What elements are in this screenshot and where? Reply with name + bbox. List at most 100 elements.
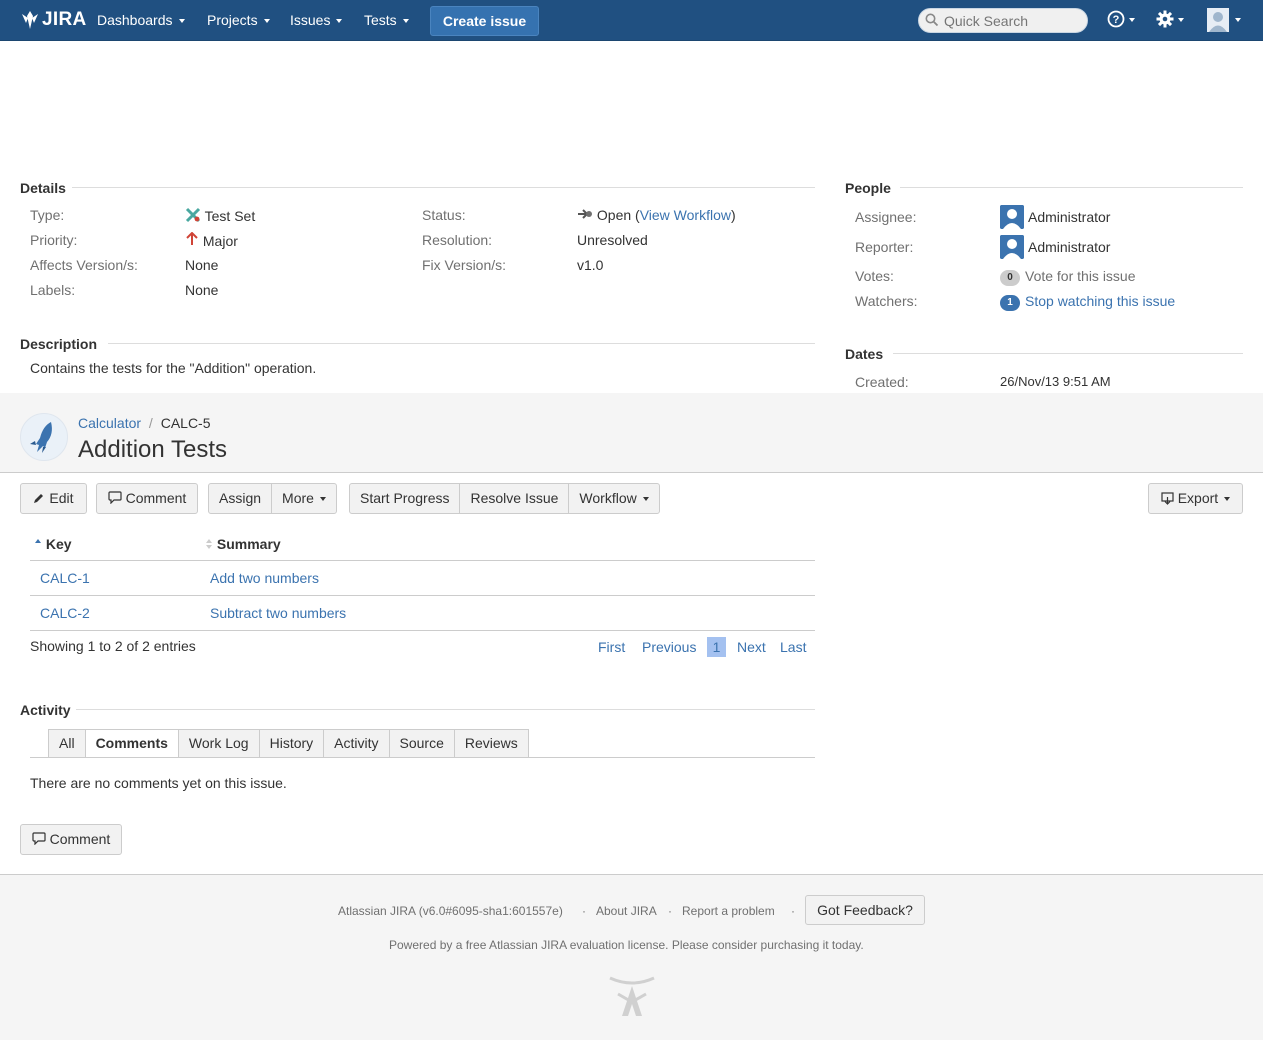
summary-column-header[interactable]: Summary xyxy=(205,536,281,552)
status-label: Status: xyxy=(422,207,466,223)
assignee-value[interactable]: Administrator xyxy=(1028,209,1110,225)
jira-logo-icon xyxy=(22,11,38,29)
quick-search-input[interactable] xyxy=(918,8,1088,33)
type-label: Type: xyxy=(30,207,65,223)
reporter-value[interactable]: Administrator xyxy=(1028,239,1110,255)
nav-dashboards-label: Dashboards xyxy=(97,12,173,28)
pencil-icon xyxy=(34,494,44,503)
watchers-label: Watchers: xyxy=(855,293,918,309)
pager-previous[interactable]: Previous xyxy=(642,639,696,655)
create-issue-button[interactable]: Create issue xyxy=(430,6,539,36)
chevron-down-icon xyxy=(1224,497,1231,502)
jira-logo[interactable]: JIRA xyxy=(20,9,87,31)
tabs-baseline xyxy=(30,757,815,758)
no-comments-message: There are no comments yet on this issue. xyxy=(30,775,287,791)
resolve-issue-button[interactable]: Resolve Issue xyxy=(460,484,570,513)
fix-version-link[interactable]: v1.0 xyxy=(577,257,603,273)
nav-tests[interactable]: Tests xyxy=(364,0,409,41)
help-menu[interactable]: ? xyxy=(1107,10,1135,33)
footer-version-link[interactable]: Atlassian JIRA (v6.0#6095-sha1:601557e) xyxy=(338,904,563,918)
view-workflow-link[interactable]: View Workflow xyxy=(640,207,731,223)
jira-logo-text: JIRA xyxy=(42,9,87,30)
chevron-down-icon xyxy=(319,497,326,502)
table-row-key-link[interactable]: CALC-2 xyxy=(40,605,90,621)
votes-count-badge: 0 xyxy=(1000,270,1020,286)
table-row-divider xyxy=(30,630,815,631)
admin-menu[interactable] xyxy=(1156,10,1184,33)
dates-divider xyxy=(893,353,1243,354)
assignee-label: Assignee: xyxy=(855,209,917,225)
project-avatar[interactable] xyxy=(20,413,68,461)
nav-dashboards[interactable]: Dashboards xyxy=(97,0,185,41)
dates-heading: Dates xyxy=(845,346,884,362)
resolution-label: Resolution: xyxy=(422,232,493,248)
edit-button[interactable]: Edit xyxy=(20,483,87,514)
more-label: More xyxy=(282,490,314,506)
export-icon xyxy=(1161,492,1174,505)
table-row-key-link[interactable]: CALC-1 xyxy=(40,570,90,586)
tab-all[interactable]: All xyxy=(48,729,86,758)
description-divider xyxy=(108,343,815,344)
footer-dot: · xyxy=(791,904,795,918)
edit-label: Edit xyxy=(49,490,74,506)
table-row-summary-link[interactable]: Add two numbers xyxy=(210,570,319,586)
footer-about-link[interactable]: About JIRA xyxy=(596,904,657,918)
votes-value: 0 Vote for this issue xyxy=(1000,268,1136,286)
pager-first[interactable]: First xyxy=(598,639,625,655)
help-icon: ? xyxy=(1107,10,1125,28)
tab-reviews[interactable]: Reviews xyxy=(454,729,529,758)
vote-link[interactable]: Vote for this issue xyxy=(1025,268,1136,284)
chevron-down-icon xyxy=(1235,18,1241,22)
test-set-icon xyxy=(185,207,201,223)
user-avatar-icon xyxy=(1000,205,1024,229)
priority-value: Major xyxy=(185,231,238,249)
export-button[interactable]: Export xyxy=(1148,483,1243,514)
more-button[interactable]: More xyxy=(272,484,336,513)
table-header-divider xyxy=(30,560,815,561)
start-progress-button[interactable]: Start Progress xyxy=(350,484,461,513)
nav-issues-label: Issues xyxy=(290,12,331,28)
comment-label: Comment xyxy=(125,490,187,506)
add-comment-button[interactable]: Comment xyxy=(20,824,122,855)
workflow-label: Workflow xyxy=(579,490,637,506)
nav-projects[interactable]: Projects xyxy=(207,0,270,41)
affects-versions-label: Affects Version/s: xyxy=(30,257,138,273)
user-avatar-icon xyxy=(1000,235,1024,259)
user-menu[interactable] xyxy=(1207,8,1241,35)
type-value-text: Test Set xyxy=(204,208,256,224)
activity-tabs: All Comments Work Log History Activity S… xyxy=(48,729,529,758)
project-breadcrumb-link[interactable]: Calculator xyxy=(78,415,141,431)
pager-current-page[interactable]: 1 xyxy=(707,637,726,657)
pager-last[interactable]: Last xyxy=(780,639,806,655)
votes-label: Votes: xyxy=(855,268,894,284)
table-row-summary-link[interactable]: Subtract two numbers xyxy=(210,605,346,621)
workflow-button[interactable]: Workflow xyxy=(569,484,658,513)
got-feedback-button[interactable]: Got Feedback? xyxy=(805,895,925,925)
details-heading: Details xyxy=(20,180,66,196)
add-comment-label: Comment xyxy=(49,831,111,847)
affects-versions-value: None xyxy=(185,257,219,273)
key-column-header[interactable]: Key xyxy=(34,536,72,552)
chevron-down-icon xyxy=(642,497,649,502)
tab-work-log[interactable]: Work Log xyxy=(178,729,260,758)
assign-button[interactable]: Assign xyxy=(209,484,273,513)
stop-watching-link[interactable]: Stop watching this issue xyxy=(1025,293,1175,309)
issue-key-link[interactable]: CALC-5 xyxy=(161,415,211,431)
tab-activity[interactable]: Activity xyxy=(324,729,390,758)
footer-dot: · xyxy=(668,904,672,918)
tab-source[interactable]: Source xyxy=(389,729,455,758)
chevron-down-icon xyxy=(263,19,270,24)
export-label: Export xyxy=(1177,490,1219,506)
details-divider xyxy=(72,187,815,188)
tab-history[interactable]: History xyxy=(259,729,325,758)
search-icon xyxy=(925,13,939,27)
tab-comments[interactable]: Comments xyxy=(85,729,179,758)
chevron-down-icon xyxy=(402,19,409,24)
nav-issues[interactable]: Issues xyxy=(290,0,343,41)
comment-button[interactable]: Comment xyxy=(96,483,198,514)
reporter-avatar xyxy=(1000,235,1024,259)
sort-both-icon xyxy=(206,539,212,549)
footer-report-link[interactable]: Report a problem xyxy=(682,904,775,918)
description-text: Contains the tests for the "Addition" op… xyxy=(30,360,317,376)
pager-next[interactable]: Next xyxy=(737,639,766,655)
